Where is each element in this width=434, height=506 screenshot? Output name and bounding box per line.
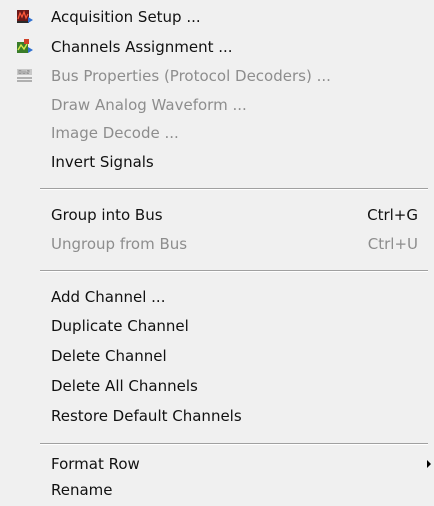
menu-item-acquisition-setup[interactable]: Acquisition Setup ... bbox=[0, 4, 418, 30]
context-menu: Acquisition Setup ... Channels Assignmen… bbox=[0, 0, 434, 506]
menu-separator bbox=[40, 443, 428, 445]
menu-item-restore-default-channels[interactable]: Restore Default Channels bbox=[0, 403, 418, 429]
menu-item-label: Channels Assignment ... bbox=[51, 38, 233, 56]
menu-item-label: Bus Properties (Protocol Decoders) ... bbox=[51, 67, 331, 85]
menu-item-label: Image Decode ... bbox=[51, 124, 179, 142]
channels-assignment-icon bbox=[17, 39, 33, 53]
menu-item-delete-all-channels[interactable]: Delete All Channels bbox=[0, 373, 418, 399]
menu-item-shortcut: Ctrl+G bbox=[367, 206, 418, 224]
menu-item-image-decode[interactable]: Image Decode ... bbox=[0, 120, 418, 146]
menu-item-ungroup-from-bus[interactable]: Ungroup from Bus Ctrl+U bbox=[0, 231, 418, 257]
menu-item-label: Delete Channel bbox=[51, 347, 167, 365]
menu-item-draw-analog-waveform[interactable]: Draw Analog Waveform ... bbox=[0, 92, 418, 118]
menu-item-label: Duplicate Channel bbox=[51, 317, 189, 335]
bus-icon bbox=[17, 69, 32, 82]
menu-item-label: Invert Signals bbox=[51, 153, 154, 171]
menu-item-duplicate-channel[interactable]: Duplicate Channel bbox=[0, 313, 418, 339]
menu-item-shortcut: Ctrl+U bbox=[367, 235, 418, 253]
acquisition-setup-icon bbox=[17, 10, 33, 23]
menu-item-add-channel[interactable]: Add Channel ... bbox=[0, 284, 418, 310]
menu-item-label: Acquisition Setup ... bbox=[51, 8, 201, 26]
menu-item-label: Rename bbox=[51, 481, 113, 499]
menu-item-format-row[interactable]: Format Row bbox=[0, 451, 431, 477]
menu-item-channels-assignment[interactable]: Channels Assignment ... bbox=[0, 34, 418, 60]
menu-item-label: Format Row bbox=[51, 455, 140, 473]
menu-item-invert-signals[interactable]: Invert Signals bbox=[0, 149, 418, 175]
menu-item-rename[interactable]: Rename bbox=[0, 477, 418, 503]
menu-item-label: Delete All Channels bbox=[51, 377, 198, 395]
menu-separator bbox=[40, 270, 428, 272]
menu-item-bus-properties[interactable]: Bus Properties (Protocol Decoders) ... bbox=[0, 63, 418, 89]
menu-separator bbox=[40, 188, 428, 190]
menu-item-label: Restore Default Channels bbox=[51, 407, 242, 425]
menu-item-label: Ungroup from Bus bbox=[51, 235, 188, 253]
menu-item-group-into-bus[interactable]: Group into Bus Ctrl+G bbox=[0, 202, 418, 228]
menu-item-label: Group into Bus bbox=[51, 206, 163, 224]
submenu-arrow-icon bbox=[427, 460, 431, 468]
menu-item-delete-channel[interactable]: Delete Channel bbox=[0, 343, 418, 369]
menu-item-label: Add Channel ... bbox=[51, 288, 166, 306]
menu-item-label: Draw Analog Waveform ... bbox=[51, 96, 247, 114]
